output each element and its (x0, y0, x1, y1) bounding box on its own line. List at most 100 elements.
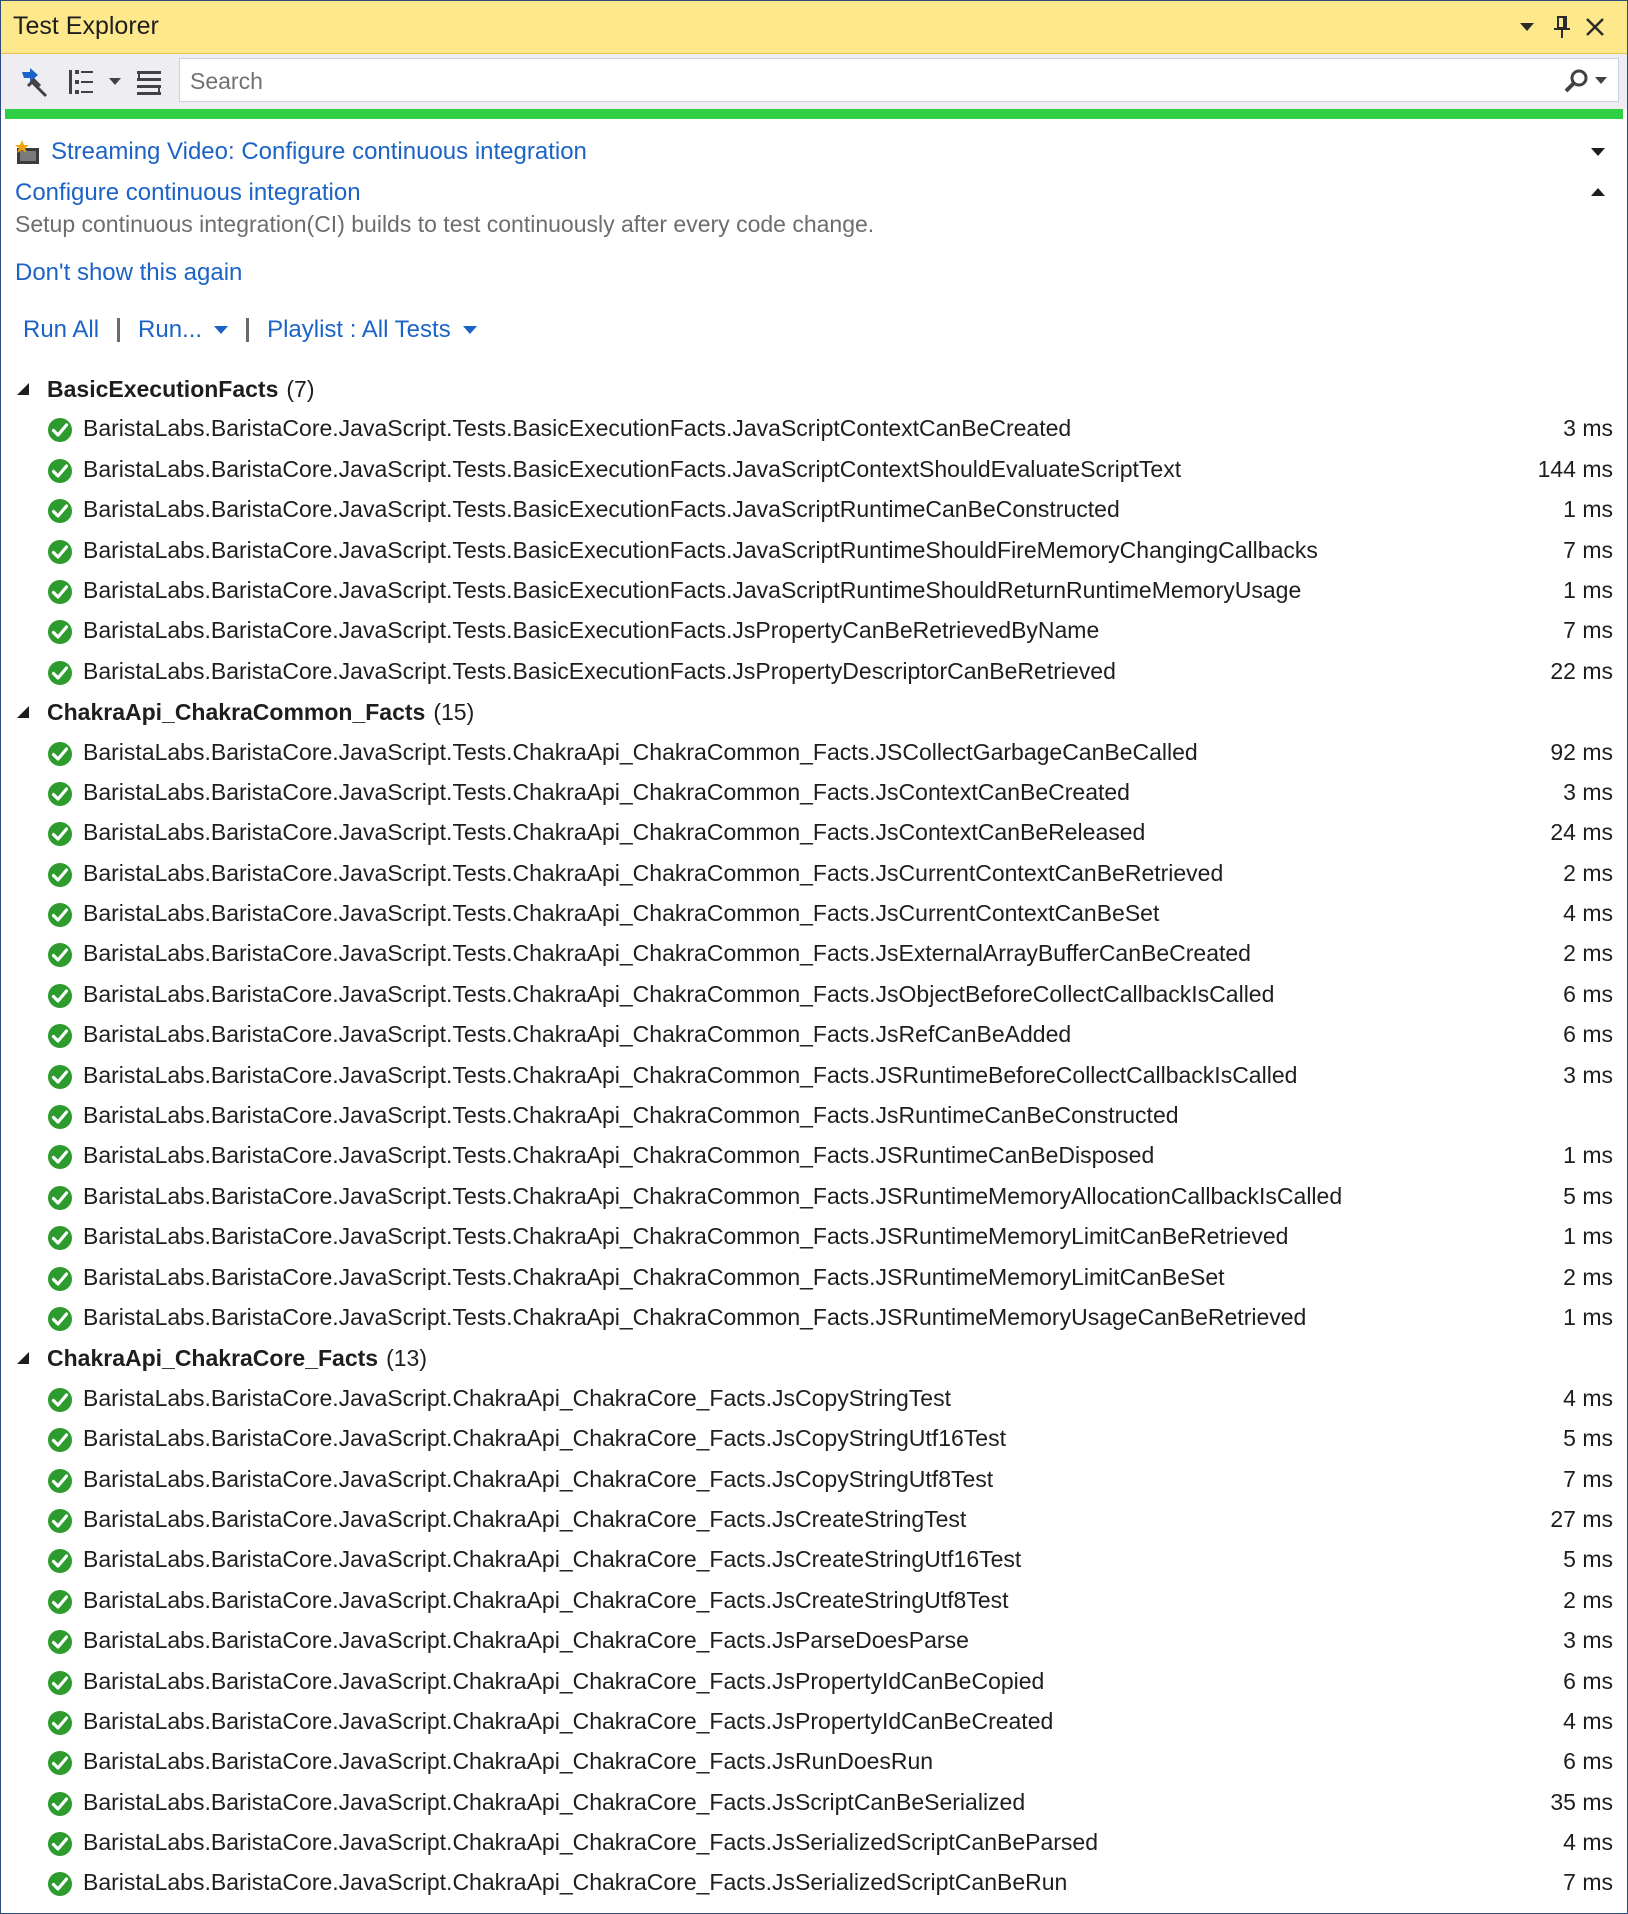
group-by-button[interactable] (63, 62, 99, 102)
test-name: BaristaLabs.BaristaCore.JavaScript.Tests… (83, 1223, 1289, 1250)
test-row[interactable]: BaristaLabs.BaristaCore.JavaScript.Tests… (1, 1056, 1627, 1096)
test-row[interactable]: BaristaLabs.BaristaCore.JavaScript.Chakr… (1, 1581, 1627, 1621)
test-row[interactable]: BaristaLabs.BaristaCore.JavaScript.Chakr… (1, 1500, 1627, 1540)
test-name: BaristaLabs.BaristaCore.JavaScript.Chakr… (83, 1465, 994, 1492)
toolbar (1, 54, 1627, 110)
test-row[interactable]: BaristaLabs.BaristaCore.JavaScript.Chakr… (1, 1742, 1627, 1782)
test-group-title: ChakraApi_ChakraCore_Facts (47, 1345, 379, 1372)
dont-show-again-link[interactable]: Don't show this again (15, 259, 242, 287)
run-bar-separator (117, 318, 121, 342)
test-row[interactable]: BaristaLabs.BaristaCore.JavaScript.Tests… (1, 1015, 1627, 1055)
test-name: BaristaLabs.BaristaCore.JavaScript.Tests… (83, 900, 1160, 927)
test-name: BaristaLabs.BaristaCore.JavaScript.Chakr… (83, 1748, 934, 1775)
chevron-down-icon (1595, 77, 1607, 84)
test-duration: 6 ms (1563, 1748, 1613, 1775)
test-row[interactable]: BaristaLabs.BaristaCore.JavaScript.Tests… (1, 531, 1627, 571)
test-name: BaristaLabs.BaristaCore.JavaScript.Tests… (83, 859, 1224, 886)
test-group-row[interactable]: ChakraApi_ChakraCore_Facts (13) (1, 1338, 1627, 1378)
passed-check-icon (48, 1306, 72, 1331)
test-group-row[interactable]: BasicExecutionFacts (7) (1, 369, 1627, 409)
test-name: BaristaLabs.BaristaCore.JavaScript.Chakr… (83, 1505, 967, 1532)
test-row[interactable]: BaristaLabs.BaristaCore.JavaScript.Chakr… (1, 1662, 1627, 1702)
test-group-name: ChakraApi_ChakraCore_Facts (13) (47, 1345, 427, 1372)
test-row[interactable]: BaristaLabs.BaristaCore.JavaScript.Tests… (1, 894, 1627, 934)
test-duration: 4 ms (1563, 1707, 1613, 1734)
test-row[interactable]: BaristaLabs.BaristaCore.JavaScript.Tests… (1, 773, 1627, 813)
playlist-dropdown-button[interactable]: Playlist : All Tests (267, 316, 477, 344)
test-row[interactable]: BaristaLabs.BaristaCore.JavaScript.Tests… (1, 611, 1627, 651)
test-row[interactable]: BaristaLabs.BaristaCore.JavaScript.Chakr… (1, 1783, 1627, 1823)
test-duration: 7 ms (1563, 1465, 1613, 1492)
test-duration: 22 ms (1550, 657, 1613, 684)
test-group-count: (7) (286, 375, 315, 402)
test-row[interactable]: BaristaLabs.BaristaCore.JavaScript.Tests… (1, 934, 1627, 974)
passed-check-icon (48, 458, 72, 483)
test-group-count: (15) (433, 698, 475, 725)
test-row[interactable]: BaristaLabs.BaristaCore.JavaScript.Tests… (1, 1217, 1627, 1257)
test-name: BaristaLabs.BaristaCore.JavaScript.Chakr… (83, 1627, 969, 1654)
expand-video-button[interactable] (1583, 139, 1613, 165)
test-group-row[interactable]: ChakraApi_ChakraCommon_Facts (15) (1, 692, 1627, 732)
video-link-row: Streaming Video: Configure continuous in… (15, 135, 587, 169)
test-group-title: ChakraApi_ChakraCommon_Facts (47, 698, 426, 725)
passed-check-icon (48, 1589, 72, 1614)
run-dropdown-button[interactable]: Run... (138, 316, 229, 344)
passed-check-icon (48, 1226, 72, 1251)
test-row[interactable]: BaristaLabs.BaristaCore.JavaScript.Chakr… (1, 1621, 1627, 1661)
configure-ci-link[interactable]: Configure continuous integration (15, 179, 361, 207)
streaming-video-link[interactable]: Streaming Video: Configure continuous in… (51, 138, 587, 166)
close-button[interactable] (1579, 9, 1611, 45)
search-box (179, 58, 1619, 102)
test-row[interactable]: BaristaLabs.BaristaCore.JavaScript.Tests… (1, 1136, 1627, 1176)
test-row[interactable]: BaristaLabs.BaristaCore.JavaScript.Tests… (1, 975, 1627, 1015)
test-name: BaristaLabs.BaristaCore.JavaScript.Tests… (83, 455, 1182, 482)
test-name: BaristaLabs.BaristaCore.JavaScript.Tests… (83, 1142, 1155, 1169)
test-name: BaristaLabs.BaristaCore.JavaScript.Chakr… (83, 1829, 1099, 1856)
link-to-build-button[interactable] (15, 62, 51, 102)
test-name: BaristaLabs.BaristaCore.JavaScript.Chakr… (83, 1869, 1068, 1896)
test-row[interactable]: BaristaLabs.BaristaCore.JavaScript.Chakr… (1, 1823, 1627, 1863)
test-row[interactable]: BaristaLabs.BaristaCore.JavaScript.Tests… (1, 1258, 1627, 1298)
test-row[interactable]: BaristaLabs.BaristaCore.JavaScript.Tests… (1, 813, 1627, 853)
expanded-triangle-icon[interactable] (15, 381, 31, 397)
test-row[interactable]: BaristaLabs.BaristaCore.JavaScript.Chakr… (1, 1702, 1627, 1742)
test-row[interactable]: BaristaLabs.BaristaCore.JavaScript.Tests… (1, 571, 1627, 611)
test-row[interactable]: BaristaLabs.BaristaCore.JavaScript.Tests… (1, 409, 1627, 449)
test-row[interactable]: BaristaLabs.BaristaCore.JavaScript.Chakr… (1, 1540, 1627, 1580)
test-row[interactable]: BaristaLabs.BaristaCore.JavaScript.Chakr… (1, 1419, 1627, 1459)
run-all-button[interactable]: Run All (23, 316, 99, 344)
test-name: BaristaLabs.BaristaCore.JavaScript.Tests… (83, 1021, 1072, 1048)
chevron-down-icon (1520, 23, 1534, 31)
test-duration: 4 ms (1563, 1829, 1613, 1856)
test-row[interactable]: BaristaLabs.BaristaCore.JavaScript.Tests… (1, 450, 1627, 490)
expanded-triangle-icon[interactable] (15, 1350, 31, 1366)
test-duration: 7 ms (1563, 617, 1613, 644)
passed-check-icon (48, 1024, 72, 1049)
test-row[interactable]: BaristaLabs.BaristaCore.JavaScript.Tests… (1, 1177, 1627, 1217)
search-input[interactable] (188, 63, 1532, 99)
test-name: BaristaLabs.BaristaCore.JavaScript.Tests… (83, 980, 1275, 1007)
test-name: BaristaLabs.BaristaCore.JavaScript.Tests… (83, 940, 1251, 967)
test-duration: 6 ms (1563, 980, 1613, 1007)
window-position-dropdown-button[interactable] (1511, 9, 1543, 45)
passed-check-icon (48, 1105, 72, 1130)
test-row[interactable]: BaristaLabs.BaristaCore.JavaScript.Tests… (1, 490, 1627, 530)
test-row[interactable]: BaristaLabs.BaristaCore.JavaScript.Chakr… (1, 1460, 1627, 1500)
test-row[interactable]: BaristaLabs.BaristaCore.JavaScript.Tests… (1, 652, 1627, 692)
test-row[interactable]: BaristaLabs.BaristaCore.JavaScript.Chakr… (1, 1863, 1627, 1903)
collapse-ci-button[interactable] (1583, 179, 1613, 205)
group-by-dropdown-button[interactable] (105, 62, 125, 102)
passed-check-icon (48, 1064, 72, 1089)
test-row[interactable]: BaristaLabs.BaristaCore.JavaScript.Tests… (1, 1096, 1627, 1136)
test-duration: 3 ms (1563, 415, 1613, 442)
test-row[interactable]: BaristaLabs.BaristaCore.JavaScript.Tests… (1, 854, 1627, 894)
expanded-triangle-icon[interactable] (15, 704, 31, 720)
test-row[interactable]: BaristaLabs.BaristaCore.JavaScript.Chakr… (1, 1379, 1627, 1419)
expand-collapse-button[interactable] (131, 62, 167, 102)
test-row[interactable]: BaristaLabs.BaristaCore.JavaScript.Tests… (1, 733, 1627, 773)
pin-button[interactable] (1546, 9, 1578, 45)
search-options-button[interactable] (1560, 65, 1610, 97)
passed-check-icon (48, 539, 72, 564)
test-row[interactable]: BaristaLabs.BaristaCore.JavaScript.Tests… (1, 1298, 1627, 1338)
test-duration: 27 ms (1550, 1505, 1613, 1532)
